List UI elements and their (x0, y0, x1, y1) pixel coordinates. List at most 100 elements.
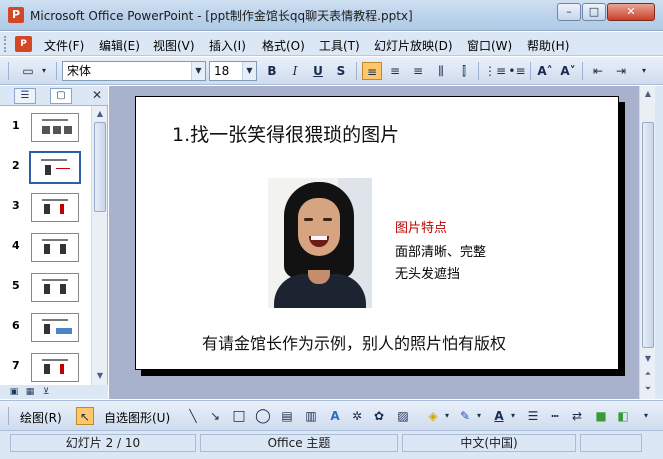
distribute-button[interactable]: ⫼ (431, 62, 451, 80)
toolbar-grip[interactable] (8, 62, 9, 80)
menu-help[interactable]: 帮助(H) (527, 37, 569, 54)
line-color-icon[interactable]: ✎ (456, 407, 474, 425)
chevron-down-icon[interactable]: ▾ (442, 407, 452, 425)
powerpoint-app-icon[interactable]: P (8, 7, 24, 23)
vertical-textbox-icon[interactable]: ▥ (302, 407, 320, 425)
picture-icon[interactable]: ▨ (394, 407, 412, 425)
autoshapes-button[interactable]: 自选图形(U) (104, 409, 170, 426)
decrease-indent-button[interactable]: ⇤ (588, 62, 608, 80)
font-name-select[interactable]: 宋体 ▼ (62, 61, 206, 81)
scroll-up-icon[interactable]: ▲ (93, 107, 107, 121)
thumbnail-number: 3 (12, 199, 20, 212)
arrow-icon[interactable]: ↘ (206, 407, 224, 425)
menu-tools[interactable]: 工具(T) (319, 37, 360, 54)
close-button[interactable]: ✕ (607, 3, 655, 21)
slide-title[interactable]: 1.找一张笑得很猥琐的图片 (172, 120, 399, 147)
document-icon[interactable]: P (15, 36, 32, 52)
clipart-icon[interactable]: ✿ (370, 407, 388, 425)
align-center-button[interactable]: ≡ (385, 62, 405, 80)
slide-canvas[interactable]: 1.找一张笑得很猥琐的图片 图片特点 面部清晰、完整 无头发遮挡 有请金馆长作为… (135, 96, 619, 370)
slide-thumbnail-5[interactable]: 5 (0, 273, 90, 313)
slide-caption[interactable]: 有请金馆长作为示例，别人的照片怕有版权 (202, 330, 506, 354)
rectangle-icon[interactable]: □ (230, 407, 248, 425)
shadow-button[interactable]: S (331, 62, 351, 80)
new-document-icon[interactable]: ▭ (18, 62, 38, 80)
toolbar-grip[interactable] (8, 407, 9, 425)
previous-slide-icon[interactable]: ⏶ (641, 367, 655, 381)
shrink-font-button[interactable]: A˅ (558, 62, 578, 80)
chevron-down-icon[interactable]: ▾ (474, 407, 484, 425)
menu-format[interactable]: 格式(O) (262, 37, 305, 54)
bold-button[interactable]: B (262, 62, 282, 80)
chevron-down-icon[interactable]: ▼ (242, 62, 256, 80)
normal-view-icon[interactable]: ▣ (8, 386, 20, 398)
dash-style-icon[interactable]: ┅ (546, 407, 564, 425)
next-slide-icon[interactable]: ⏷ (641, 382, 655, 396)
columns-icon[interactable]: ⫿ (454, 62, 474, 80)
slides-pane: ☰ ▢ ✕ 1 2 3 4 5 6 7 ▲ ▼ (0, 86, 108, 385)
menubar-grip[interactable] (4, 36, 7, 52)
chevron-down-icon[interactable]: ▾ (508, 407, 518, 425)
underline-button[interactable]: U (308, 62, 328, 80)
grow-font-button[interactable]: A˄ (535, 62, 555, 80)
menu-edit[interactable]: 编辑(E) (99, 37, 140, 54)
font-size-select[interactable]: 18 ▼ (209, 61, 257, 81)
minimize-button[interactable]: – (557, 3, 581, 21)
slide-thumbnail-3[interactable]: 3 (0, 193, 90, 233)
line-style-icon[interactable]: ☰ (524, 407, 542, 425)
thumbnail-image (31, 353, 79, 382)
line-icon[interactable]: ╲ (184, 407, 202, 425)
menu-file[interactable]: 文件(F) (44, 37, 84, 54)
3d-style-icon[interactable]: ◧ (614, 407, 632, 425)
feature-line[interactable]: 面部清晰、完整 (395, 241, 486, 260)
increase-indent-button[interactable]: ⇥ (611, 62, 631, 80)
textbox-icon[interactable]: ▤ (278, 407, 296, 425)
scrollbar-thumb[interactable] (94, 122, 106, 212)
menu-insert[interactable]: 插入(I) (209, 37, 246, 54)
slide-thumbnail-1[interactable]: 1 (0, 113, 90, 153)
thumbnail-image (31, 273, 79, 302)
feature-line[interactable]: 无头发遮挡 (395, 263, 460, 282)
wordart-icon[interactable]: A (326, 407, 344, 425)
fill-color-icon[interactable]: ◈ (424, 407, 442, 425)
maximize-button[interactable]: □ (582, 3, 606, 21)
workspace-scrollbar[interactable]: ▲ ▼ ⏶ ⏷ (639, 86, 655, 399)
arrow-style-icon[interactable]: ⇄ (568, 407, 586, 425)
diagram-icon[interactable]: ✲ (348, 407, 366, 425)
chevron-down-icon[interactable]: ▼ (191, 62, 205, 80)
bullets-button[interactable]: •≡ (507, 62, 527, 80)
slide-thumbnail-2[interactable]: 2 (0, 151, 90, 193)
font-color-icon[interactable]: A (490, 407, 508, 425)
scroll-down-icon[interactable]: ▼ (93, 369, 107, 383)
menu-window[interactable]: 窗口(W) (467, 37, 512, 54)
scrollbar-thumb[interactable] (642, 122, 654, 348)
align-left-button[interactable]: ≡ (362, 62, 382, 80)
close-pane-icon[interactable]: ✕ (92, 88, 102, 102)
slideshow-icon[interactable]: ⊻ (40, 386, 52, 398)
draw-menu-button[interactable]: 绘图(R) (20, 409, 62, 426)
shadow-style-icon[interactable]: ■ (592, 407, 610, 425)
italic-button[interactable]: I (285, 62, 305, 80)
thumbnail-number: 6 (12, 319, 20, 332)
menu-slideshow[interactable]: 幻灯片放映(D) (374, 37, 453, 54)
scroll-up-icon[interactable]: ▲ (641, 87, 655, 101)
select-pointer-icon[interactable]: ↖ (76, 407, 94, 425)
tab-outline[interactable]: ☰ (14, 88, 36, 104)
feature-title[interactable]: 图片特点 (395, 217, 447, 236)
slide-thumbnail-4[interactable]: 4 (0, 233, 90, 273)
slides-pane-scrollbar[interactable]: ▲ ▼ (91, 106, 107, 385)
menu-view[interactable]: 视图(V) (153, 37, 195, 54)
portrait-photo[interactable] (268, 178, 372, 308)
toolbar-separator (478, 62, 479, 80)
scroll-down-icon[interactable]: ▼ (641, 352, 655, 366)
new-dropdown-icon[interactable]: ▾ (38, 62, 50, 80)
align-right-button[interactable]: ≡ (408, 62, 428, 80)
slide-sorter-icon[interactable]: ▦ (24, 386, 36, 398)
toolbar-options-icon[interactable]: ▾ (637, 62, 651, 80)
tab-slides[interactable]: ▢ (50, 88, 72, 104)
numbering-button[interactable]: ⋮≡ (484, 62, 506, 80)
slide-thumbnail-6[interactable]: 6 (0, 313, 90, 353)
window-title: Microsoft Office PowerPoint - [ppt制作金馆长q… (30, 9, 413, 23)
oval-icon[interactable]: ◯ (254, 407, 272, 425)
toolbar-options-icon[interactable]: ▾ (640, 407, 652, 425)
